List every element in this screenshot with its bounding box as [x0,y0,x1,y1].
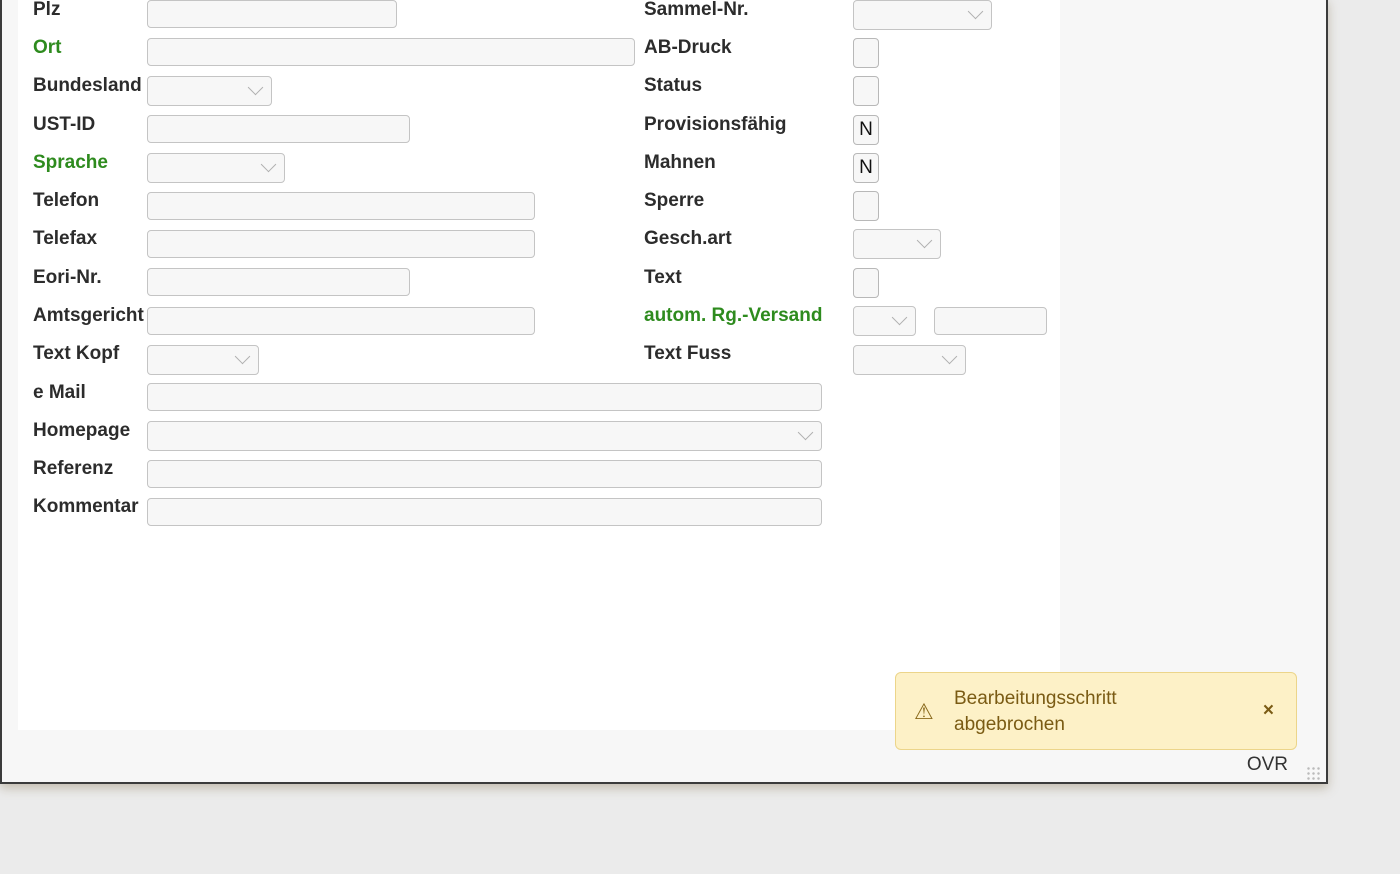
mahnen-field[interactable]: N [853,153,879,183]
text-kopf-select[interactable] [147,345,259,375]
chevron-down-icon [234,348,251,365]
resize-grip-icon[interactable] [1306,766,1320,780]
label-ab-druck: AB-Druck [644,37,732,58]
label-eori: Eori-Nr. [33,267,102,288]
chevron-down-icon [916,232,933,249]
label-telefon: Telefon [33,190,100,211]
amtsgericht-input[interactable] [147,307,535,335]
label-text-kopf: Text Kopf [33,343,120,364]
telefon-input[interactable] [147,192,535,220]
label-autom-rg-versand: autom. Rg.-Versand [644,305,823,326]
label-homepage: Homepage [33,420,131,441]
label-amtsgericht: Amtsgericht [33,305,144,326]
ust-id-input[interactable] [147,115,410,143]
label-provisionsfaehig: Provisionsfähig [644,114,787,135]
label-email: e Mail [33,382,86,403]
status-mode: OVR [1246,754,1288,775]
chevron-down-icon [941,348,958,365]
label-sprache: Sprache [33,152,108,173]
text-fuss-select[interactable] [853,345,966,375]
provisionsfaehig-field[interactable]: N [853,115,879,145]
plz-input[interactable] [147,0,397,28]
sprache-select[interactable] [147,153,285,183]
email-input[interactable] [147,383,822,411]
bundesland-select[interactable] [147,76,272,106]
label-text-fuss: Text Fuss [644,343,732,364]
label-plz: Plz [33,0,61,20]
label-status: Status [644,75,703,96]
label-ort: Ort [33,37,62,58]
sammel-nr-select[interactable] [853,0,992,30]
close-icon[interactable]: × [1263,700,1274,722]
label-telefax: Telefax [33,228,98,249]
label-text: Text [644,267,682,288]
chevron-down-icon [967,3,984,20]
label-referenz: Referenz [33,458,114,479]
toast-message: Bearbeitungsschritt abgebrochen [954,688,1117,735]
warning-icon: ⚠ [914,699,934,724]
form-window: Plz Ort Bundesland UST-ID Sprache Telefo… [0,0,1328,784]
label-sperre: Sperre [644,190,705,211]
status-field[interactable] [853,76,879,106]
form-panel: Plz Ort Bundesland UST-ID Sprache Telefo… [18,0,1060,730]
autom-rg-input[interactable] [934,307,1047,335]
label-sammel-nr: Sammel-Nr. [644,0,749,20]
kommentar-input[interactable] [147,498,822,526]
homepage-select[interactable] [147,421,822,451]
label-mahnen: Mahnen [644,152,716,173]
autom-rg-select[interactable] [853,306,916,336]
chevron-down-icon [891,309,908,326]
label-kommentar: Kommentar [33,496,139,517]
warning-toast: ⚠ Bearbeitungsschritt abgebrochen × [895,672,1297,750]
referenz-input[interactable] [147,460,822,488]
text-field[interactable] [853,268,879,298]
chevron-down-icon [797,424,814,441]
chevron-down-icon [260,156,277,173]
eori-input[interactable] [147,268,410,296]
chevron-down-icon [247,79,264,96]
ort-input[interactable] [147,38,635,66]
label-bundesland: Bundesland [33,75,142,96]
telefax-input[interactable] [147,230,535,258]
gesch-art-select[interactable] [853,229,941,259]
ab-druck-field[interactable] [853,38,879,68]
label-gesch-art: Gesch.art [644,228,732,249]
sperre-field[interactable] [853,191,879,221]
label-ust-id: UST-ID [33,114,96,135]
